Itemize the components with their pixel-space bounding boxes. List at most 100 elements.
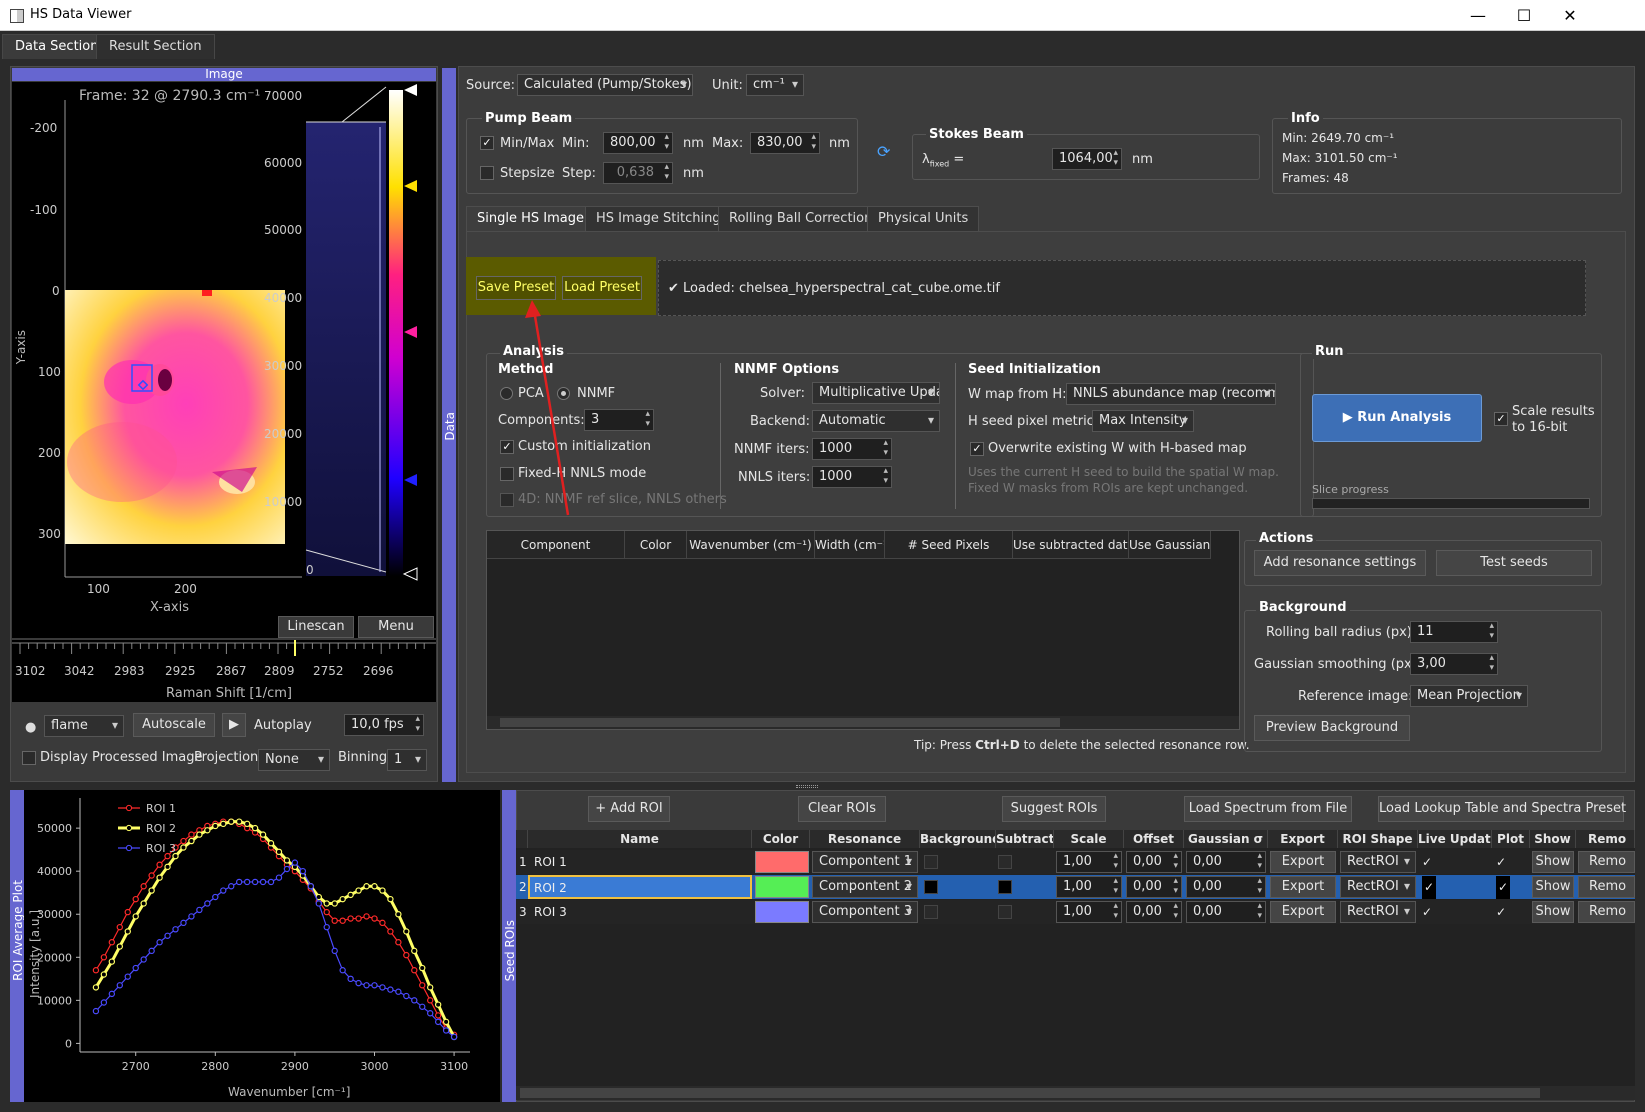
custom-init-checkbox[interactable]: ✓ — [500, 440, 514, 454]
col-export[interactable]: Export — [1268, 830, 1338, 848]
resonance-select[interactable]: Compontent 1 — [812, 851, 918, 873]
show-button[interactable]: Show — [1532, 901, 1574, 923]
tab-single-hs-image[interactable]: Single HS Image — [466, 206, 595, 231]
overwrite-checkbox[interactable]: ✓ — [970, 442, 984, 456]
binning-select[interactable]: 1 — [387, 749, 427, 771]
reference-image-select[interactable]: Mean Projection — [1410, 685, 1528, 707]
run-analysis-button[interactable]: ▶ Run Analysis — [1312, 394, 1482, 442]
tab-physical-units[interactable]: Physical Units — [867, 206, 980, 231]
tab-result-section[interactable]: Result Section — [96, 34, 215, 59]
raman-slider[interactable] — [12, 640, 436, 660]
refresh-icon[interactable]: ⟳ — [877, 142, 890, 161]
gaussian-smoothing-spinbox[interactable]: 3,00 — [1410, 653, 1498, 675]
export-button[interactable]: Export — [1270, 851, 1336, 873]
offset-spinbox[interactable]: 0,00 — [1126, 876, 1182, 898]
four-d-checkbox[interactable] — [500, 493, 514, 507]
gaussian-spinbox[interactable]: 0,00 — [1186, 901, 1266, 923]
plot-check[interactable]: ✓ — [1496, 901, 1506, 924]
export-button[interactable]: Export — [1270, 901, 1336, 923]
backend-select[interactable]: Automatic — [812, 410, 940, 432]
show-button[interactable]: Show — [1532, 851, 1574, 873]
col-subtract[interactable]: Subtract — [996, 830, 1054, 848]
splitter-handle[interactable] — [796, 785, 818, 788]
roi-color-swatch[interactable] — [755, 876, 809, 898]
load-lookup-button[interactable]: Load Lookup Table and Spectra Preset — [1378, 796, 1626, 822]
nnmf-iters-spinbox[interactable]: 1000 — [812, 438, 892, 460]
remove-button[interactable]: Remo — [1578, 876, 1635, 898]
max-spinbox[interactable]: 830,00 — [750, 132, 820, 154]
live-update-check[interactable]: ✓ — [1422, 901, 1432, 924]
resonance-select[interactable]: Compontent 3 — [812, 901, 918, 923]
remove-button[interactable]: Remo — [1578, 851, 1635, 873]
col-wavenumber[interactable]: Wavenumber (cm⁻¹) — [687, 531, 815, 559]
autoscale-button[interactable]: Autoscale — [133, 713, 215, 737]
col-show[interactable]: Show — [1530, 830, 1576, 848]
background-checkbox[interactable] — [924, 905, 938, 919]
projection-select[interactable]: None — [258, 749, 330, 771]
col-resonance[interactable]: Resonance — [810, 830, 920, 848]
offset-spinbox[interactable]: 0,00 — [1126, 901, 1182, 923]
tab-hs-image-stitching[interactable]: HS Image Stitching — [585, 206, 732, 231]
colormap-select[interactable]: flame — [44, 715, 124, 737]
subtract-checkbox[interactable] — [998, 855, 1012, 869]
clear-rois-button[interactable]: Clear ROIs — [798, 796, 886, 822]
col-offset[interactable]: Offset — [1124, 830, 1184, 848]
step-spinbox[interactable]: 0,638 — [603, 162, 673, 184]
col-name[interactable]: Name — [528, 830, 752, 848]
roi-shape-select[interactable]: RectROI — [1340, 851, 1416, 873]
live-update-check[interactable]: ✓ — [1422, 851, 1432, 874]
test-seeds-button[interactable]: Test seeds — [1436, 550, 1592, 576]
roi-color-swatch[interactable] — [755, 851, 809, 873]
resonance-hscroll-handle[interactable] — [500, 718, 1060, 727]
scale-spinbox[interactable]: 1,00 — [1056, 876, 1122, 898]
rolling-ball-spinbox[interactable]: 11 — [1410, 621, 1498, 643]
col-color[interactable]: Color — [752, 830, 810, 848]
roi-color-swatch[interactable] — [755, 901, 809, 923]
resonance-select[interactable]: Compontent 2 — [812, 876, 918, 898]
roi-hscroll-handle[interactable] — [520, 1088, 1540, 1098]
gaussian-spinbox[interactable]: 0,00 — [1186, 851, 1266, 873]
col-seed-pixels[interactable]: # Seed Pixels — [885, 531, 1013, 559]
menu-button[interactable]: Menu — [358, 616, 434, 638]
plot-check[interactable]: ✓ — [1496, 876, 1510, 899]
min-spinbox[interactable]: 800,00 — [603, 132, 673, 154]
live-update-check[interactable]: ✓ — [1422, 876, 1436, 899]
col-color[interactable]: Color — [625, 531, 687, 559]
hseed-select[interactable]: Max Intensity — [1092, 410, 1194, 432]
col-scale[interactable]: Scale — [1054, 830, 1124, 848]
image-plot[interactable] — [12, 82, 436, 638]
fixed-h-checkbox[interactable] — [500, 467, 514, 481]
col-component[interactable]: Component — [487, 531, 625, 559]
maximize-button[interactable]: ☐ — [1501, 0, 1547, 31]
col-background[interactable]: Background — [920, 830, 996, 848]
gaussian-spinbox[interactable]: 0,00 — [1186, 876, 1266, 898]
subtract-checkbox[interactable] — [998, 905, 1012, 919]
col-roi-shape[interactable]: ROI Shape — [1338, 830, 1418, 848]
col-remove[interactable]: Remo — [1576, 830, 1635, 848]
close-button[interactable]: ✕ — [1547, 0, 1593, 31]
subtract-checkbox[interactable] — [998, 880, 1012, 894]
unit-select[interactable]: cm⁻¹ — [746, 74, 804, 96]
roi-chart[interactable]: 0 10000 20000 30000 40000 50000 2700 2800 2900 30… — [24, 790, 500, 1102]
col-width[interactable]: Width (cm⁻¹) — [815, 531, 885, 559]
show-button[interactable]: Show — [1532, 876, 1574, 898]
scale-spinbox[interactable]: 1,00 — [1056, 851, 1122, 873]
source-select[interactable]: Calculated (Pump/Stokes) — [517, 74, 693, 96]
export-button[interactable]: Export — [1270, 876, 1336, 898]
wmap-select[interactable]: NNLS abundance map (recomm — [1066, 383, 1276, 405]
roi-name-cell[interactable]: ROI 3 — [534, 901, 748, 924]
tab-rolling-ball-correction[interactable]: Rolling Ball Correction — [718, 206, 884, 231]
add-roi-button[interactable]: + Add ROI — [588, 796, 670, 822]
scale-spinbox[interactable]: 1,00 — [1056, 901, 1122, 923]
col-use-subtracted[interactable]: Use subtracted data — [1013, 531, 1129, 559]
background-checkbox[interactable] — [924, 880, 938, 894]
stepsize-checkbox[interactable] — [480, 166, 494, 180]
col-plot[interactable]: Plot — [1492, 830, 1530, 848]
stokes-lambda-spinbox[interactable]: 1064,00 — [1052, 148, 1122, 170]
plot-check[interactable]: ✓ — [1496, 851, 1506, 874]
display-processed-checkbox[interactable] — [22, 751, 36, 765]
roi-shape-select[interactable]: RectROI — [1340, 901, 1416, 923]
minmax-checkbox[interactable]: ✓ — [480, 136, 494, 150]
background-checkbox[interactable] — [924, 855, 938, 869]
load-preset-button[interactable]: Load Preset — [562, 276, 642, 300]
